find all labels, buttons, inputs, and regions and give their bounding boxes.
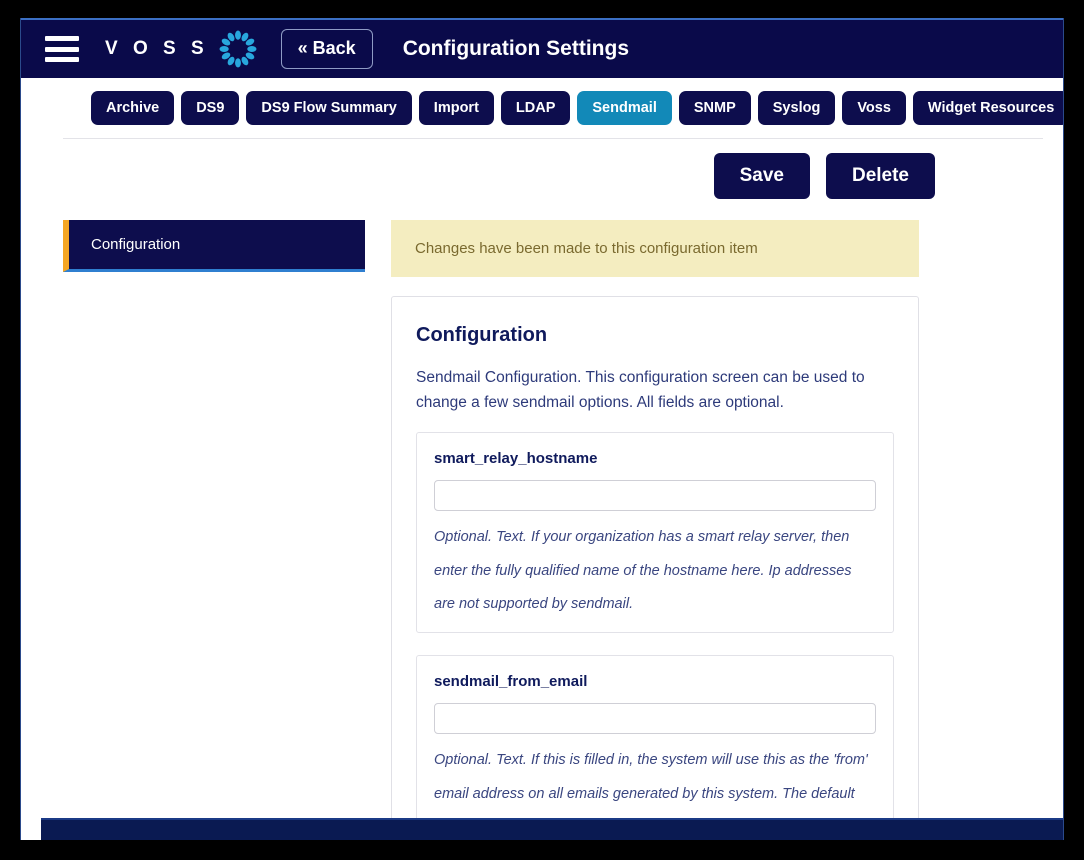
hamburger-bar-1: [45, 36, 79, 41]
app-viewport: V O S S « Back Configuration Settings Ar…: [20, 18, 1064, 840]
field-label-smart_relay_hostname: smart_relay_hostname: [434, 450, 598, 468]
tab-snmp[interactable]: SNMP: [678, 91, 751, 125]
field-label-sendmail_from_email: sendmail_from_email: [434, 673, 588, 691]
configuration-card: Configuration Sendmail Configuration. Th…: [391, 296, 919, 840]
field-input-sendmail_from_email[interactable]: [434, 703, 876, 735]
hamburger-bar-2: [45, 46, 79, 52]
save-button[interactable]: Save: [713, 153, 810, 199]
tab-ds9-flow-summary[interactable]: DS9 Flow Summary: [246, 91, 412, 125]
sidebar-item-configuration[interactable]: Configuration: [63, 220, 365, 272]
brand-wordmark: V O S S: [105, 38, 209, 59]
voss-flower-logo-icon: [217, 28, 259, 70]
delete-button[interactable]: Delete: [825, 153, 935, 199]
tab-voss[interactable]: Voss: [842, 91, 906, 125]
body-area: Configuration Changes have been made to …: [21, 199, 1063, 840]
tabbar: Archive DS9 DS9 Flow Summary Import LDAP Send…: [21, 91, 1063, 125]
tab-syslog[interactable]: Syslog: [757, 91, 836, 125]
field-input-smart_relay_hostname[interactable]: [434, 480, 876, 512]
tabbar-section: Archive DS9 DS9 Flow Summary Import LDAP Send…: [21, 78, 1063, 139]
screen-frame: V O S S « Back Configuration Settings Ar…: [0, 0, 1084, 860]
action-button-group: Save Delete: [21, 139, 1063, 199]
tab-ldap[interactable]: LDAP: [500, 91, 571, 125]
field-group-smart_relay_hostname: smart_relay_hostname Optional. Text. If y…: [416, 432, 894, 634]
brand-logo[interactable]: V O S S: [105, 28, 259, 70]
bottom-chrome-bar: [41, 818, 1063, 840]
field-help-smart_relay_hostname: Optional. Text. If your organization has…: [434, 529, 852, 613]
app-header: V O S S « Back Configuration Settings: [21, 18, 1063, 78]
tab-archive[interactable]: Archive: [91, 91, 175, 125]
hamburger-bar-3: [45, 57, 79, 62]
field-list: smart_relay_hostname Optional. Text. If y…: [416, 432, 894, 840]
tab-sendmail[interactable]: Sendmail: [577, 91, 672, 125]
main-content: Changes have been made to this configura…: [391, 220, 919, 840]
page-title: Configuration Settings: [402, 37, 630, 60]
sidebar: Configuration: [63, 220, 365, 272]
tab-widget-resources[interactable]: Widget Resources: [912, 91, 1063, 125]
tab-ds9[interactable]: DS9: [181, 91, 240, 125]
tab-import[interactable]: Import: [418, 91, 494, 125]
card-description: Sendmail Configuration. This configurati…: [416, 369, 865, 412]
field-group-sendmail_from_email: sendmail_from_email Optional. Text. If th…: [416, 655, 894, 840]
status-banner: Changes have been made to this configura…: [391, 220, 919, 277]
back-button[interactable]: « Back: [280, 29, 373, 69]
hamburger-menu-icon[interactable]: [45, 36, 79, 62]
card-title: Configuration: [416, 324, 548, 346]
